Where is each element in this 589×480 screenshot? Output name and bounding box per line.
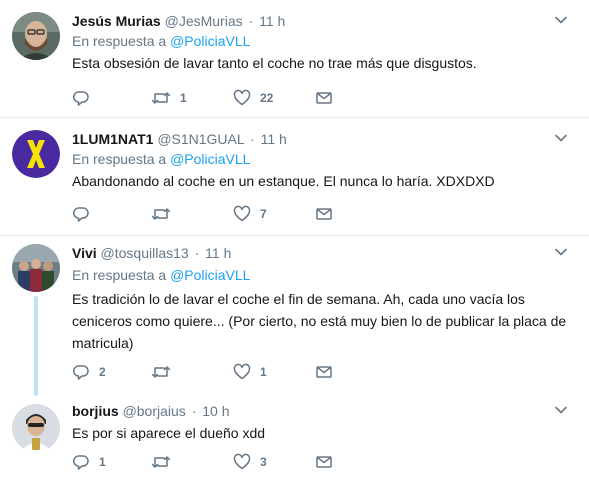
like-icon [233,453,251,470]
direct-message-button[interactable] [315,204,333,224]
retweet-button[interactable] [151,362,180,382]
like-icon [233,363,251,380]
tweet-header: borjius @borjaius · 10 h [72,402,230,420]
avatar[interactable] [12,12,60,60]
tweet-header: Vivi @tosquillas13 · 11 h [72,244,231,262]
tweet-actions: 1 22 [72,88,352,108]
tweet-actions: 1 3 [72,452,352,472]
chevron-down-icon[interactable] [553,244,569,260]
direct-message-button[interactable] [315,452,333,472]
direct-message-button[interactable] [315,88,333,108]
reply-icon [73,455,89,470]
tweet-text: Es por si aparece el dueño xdd [72,425,266,441]
tweet-header: 1LUM1NAT1 @S1N1GUAL · 11 h [72,130,287,148]
message-icon [316,366,332,378]
display-name[interactable]: borjius [72,403,119,419]
retweet-button[interactable] [151,204,180,224]
tweet-4[interactable]: borjius @borjaius · 10 h Es por si apare… [0,394,589,480]
user-handle[interactable]: @S1N1GUAL [157,131,244,147]
reply-context: En respuesta a @PoliciaVLL [72,266,250,284]
message-icon [316,456,332,468]
reply-button[interactable] [72,204,99,224]
display-name[interactable]: 1LUM1NAT1 [72,131,153,147]
reply-icon [73,91,89,106]
separator-dot: · [250,131,255,147]
tweet-text: Esta obsesión de lavar tanto el coche no… [72,55,477,71]
like-icon [233,89,251,106]
like-count: 3 [260,455,267,469]
reply-icon [73,365,89,380]
mention-link[interactable]: @PoliciaVLL [170,267,250,283]
tweet-text: Abandonando al coche en un estanque. El … [72,173,495,189]
like-button[interactable]: 22 [233,88,273,108]
mention-link[interactable]: @PoliciaVLL [170,33,250,49]
reply-button[interactable]: 1 [72,452,106,472]
direct-message-button[interactable] [315,362,333,382]
tweet-actions: 2 1 [72,362,352,382]
like-button[interactable]: 7 [233,204,267,224]
retweet-icon [151,208,171,220]
tweet-3[interactable]: Vivi @tosquillas13 · 11 h En respuesta a… [0,236,589,396]
reply-prefix: En respuesta a [72,33,167,49]
retweet-button[interactable]: 1 [151,88,187,108]
tweet-actions: 7 [72,204,352,224]
tweet-1[interactable]: Jesús Murias @JesMurias · 11 h En respue… [0,0,589,118]
user-handle[interactable]: @JesMurias [165,13,243,29]
retweet-icon [151,92,171,104]
timestamp[interactable]: 11 h [259,13,285,29]
chevron-down-icon[interactable] [553,130,569,146]
reply-prefix: En respuesta a [72,267,167,283]
like-count: 7 [260,207,267,221]
reply-context: En respuesta a @PoliciaVLL [72,32,250,50]
tweet-text: Es tradición lo de lavar el coche el fin… [72,291,567,351]
user-handle[interactable]: @borjaius [123,403,186,419]
display-name[interactable]: Vivi [72,245,97,261]
reply-count: 1 [99,455,106,469]
display-name[interactable]: Jesús Murias [72,13,161,29]
reply-prefix: En respuesta a [72,151,167,167]
separator-dot: · [248,13,254,29]
avatar[interactable] [12,404,60,452]
reply-count: 2 [99,365,106,379]
timestamp[interactable]: 11 h [261,131,287,147]
retweet-icon [151,366,171,378]
like-icon [233,205,251,222]
retweet-count: 1 [180,91,187,105]
user-handle[interactable]: @tosquillas13 [101,245,189,261]
reply-icon [73,207,89,222]
retweet-button[interactable] [151,452,180,472]
timestamp[interactable]: 10 h [202,403,229,419]
like-count: 22 [260,91,274,105]
retweet-icon [151,456,171,468]
message-icon [316,92,332,104]
thread-connector [34,296,38,396]
message-icon [316,208,332,220]
reply-context: En respuesta a @PoliciaVLL [72,150,250,168]
tweet-header: Jesús Murias @JesMurias · 11 h [72,12,285,30]
like-count: 1 [260,365,267,379]
tweet-2[interactable]: 1LUM1NAT1 @S1N1GUAL · 11 h En respuesta … [0,118,589,236]
timestamp[interactable]: 11 h [205,245,231,261]
separator-dot: · [194,245,200,261]
chevron-down-icon[interactable] [553,402,569,418]
like-button[interactable]: 3 [233,452,267,472]
avatar[interactable] [12,130,60,178]
mention-link[interactable]: @PoliciaVLL [170,151,250,167]
chevron-down-icon[interactable] [553,12,569,28]
avatar[interactable] [12,244,60,292]
reply-button[interactable] [72,88,99,108]
reply-button[interactable]: 2 [72,362,106,382]
separator-dot: · [191,403,197,419]
like-button[interactable]: 1 [233,362,267,382]
